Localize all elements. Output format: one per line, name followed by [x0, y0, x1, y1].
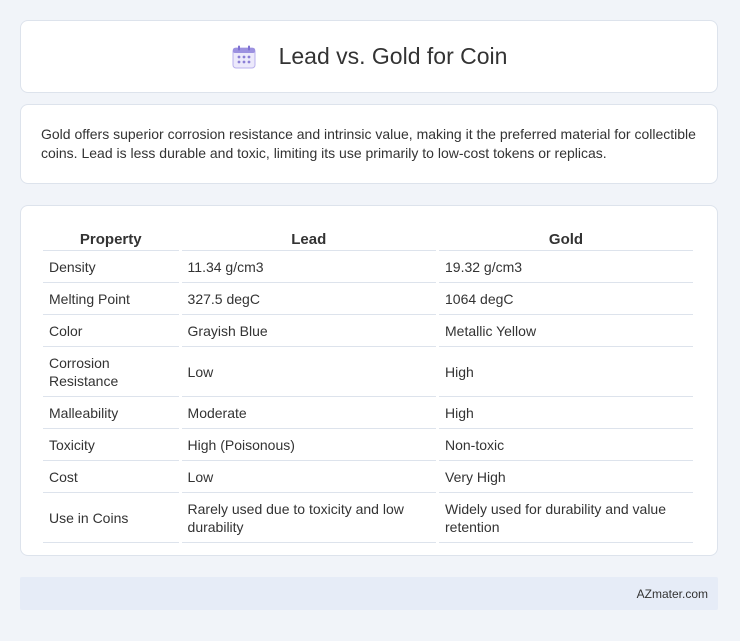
summary-text: Gold offers superior corrosion resistanc… [41, 126, 696, 161]
comparison-card: Property Lead Gold Density 11.34 g/cm3 1… [20, 205, 718, 556]
lead-cell: Grayish Blue [181, 316, 436, 347]
table-row: Cost Low Very High [43, 462, 693, 493]
gold-cell: Metallic Yellow [439, 316, 693, 347]
table-row: Corrosion Resistance Low High [43, 348, 693, 397]
property-cell: Toxicity [43, 430, 179, 461]
gold-cell: Non-toxic [439, 430, 693, 461]
gold-cell: High [439, 348, 693, 397]
footer: AZmater.com [20, 577, 718, 610]
table-row: Melting Point 327.5 degC 1064 degC [43, 284, 693, 315]
property-cell: Corrosion Resistance [43, 348, 179, 397]
table-row: Density 11.34 g/cm3 19.32 g/cm3 [43, 252, 693, 283]
gold-cell: 19.32 g/cm3 [439, 252, 693, 283]
page-title: Lead vs. Gold for Coin [278, 43, 508, 69]
property-cell: Use in Coins [43, 494, 179, 543]
column-header-property: Property [43, 228, 179, 251]
table-header-row: Property Lead Gold [43, 228, 693, 251]
calendar-icon [231, 44, 257, 70]
column-header-lead: Lead [181, 228, 436, 251]
comparison-table: Property Lead Gold Density 11.34 g/cm3 1… [40, 227, 696, 544]
column-header-gold: Gold [439, 228, 693, 251]
table-row: Use in Coins Rarely used due to toxicity… [43, 494, 693, 543]
gold-cell: Very High [439, 462, 693, 493]
title-card: Lead vs. Gold for Coin [20, 20, 718, 93]
footer-credit: AZmater.com [636, 586, 708, 601]
property-cell: Density [43, 252, 179, 283]
lead-cell: High (Poisonous) [181, 430, 436, 461]
lead-cell: Low [181, 348, 436, 397]
lead-cell: Low [181, 462, 436, 493]
table-row: Toxicity High (Poisonous) Non-toxic [43, 430, 693, 461]
lead-cell: Moderate [181, 398, 436, 429]
gold-cell: 1064 degC [439, 284, 693, 315]
lead-cell: 327.5 degC [181, 284, 436, 315]
table-row: Color Grayish Blue Metallic Yellow [43, 316, 693, 347]
gold-cell: High [439, 398, 693, 429]
property-cell: Melting Point [43, 284, 179, 315]
property-cell: Color [43, 316, 179, 347]
lead-cell: Rarely used due to toxicity and low dura… [181, 494, 436, 543]
lead-cell: 11.34 g/cm3 [181, 252, 436, 283]
gold-cell: Widely used for durability and value ret… [439, 494, 693, 543]
property-cell: Cost [43, 462, 179, 493]
summary-card: Gold offers superior corrosion resistanc… [20, 104, 718, 184]
table-row: Malleability Moderate High [43, 398, 693, 429]
property-cell: Malleability [43, 398, 179, 429]
